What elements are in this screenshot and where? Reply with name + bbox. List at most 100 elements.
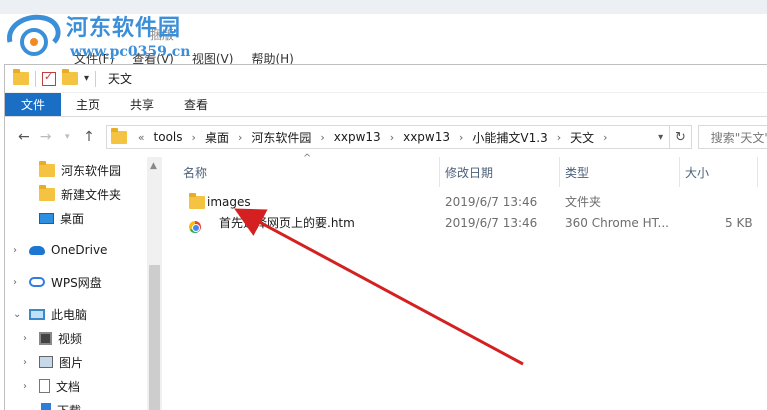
folder-icon [189,193,205,209]
nav-item-pictures[interactable]: 图片 [39,351,83,373]
wps-cloud-icon [29,277,45,287]
chevron-right-icon[interactable]: › [187,131,201,144]
quick-access-toolbar: ▾ 天文 [5,65,767,93]
nav-item-new-folder[interactable]: 新建文件夹 [39,183,121,205]
recent-locations-icon[interactable]: ▾ [56,132,78,142]
breadcrumb-current[interactable]: 天文 [566,129,598,146]
tab-file[interactable]: 文件 [5,93,62,116]
column-header-type[interactable]: 类型 [565,157,675,187]
nav-item-label: 图片 [59,355,84,370]
nav-item-wps[interactable]: WPS网盘 [29,271,102,293]
tab-home[interactable]: 主页 [61,93,115,116]
breadcrumb-desktop[interactable]: 桌面 [201,129,233,146]
watermark-url: www.pc0359.cn [70,44,191,60]
video-icon [39,331,52,345]
back-arrow-icon[interactable]: ← [13,129,35,145]
expand-chevron-icon[interactable]: › [23,381,27,392]
file-row-htm[interactable]: 首先选择网页上的要.htm 2019/6/7 13:46 360 Chrome … [169,212,767,233]
column-header-label: 修改日期 [445,165,494,180]
expand-chevron-icon[interactable]: › [13,245,17,256]
breadcrumb-xxpw13-b[interactable]: xxpw13 [399,130,454,144]
nav-item-label: 桌面 [60,211,85,226]
pictures-icon [39,356,53,368]
nav-item-label: 下载 [57,402,81,410]
nav-item-videos[interactable]: 视频 [39,327,82,349]
toolbar-divider [95,70,97,87]
window-title: 天文 [108,72,133,86]
search-input[interactable]: 搜索"天文" [697,125,767,149]
column-header-size[interactable]: 大小 [685,157,755,187]
folder-icon[interactable] [13,69,29,85]
address-dropdown-icon[interactable]: ▾ [651,131,669,143]
nav-item-label: 此电脑 [51,307,88,322]
column-header-label: 名称 [183,165,208,180]
address-bar[interactable]: « tools › 桌面 › 河东软件园 › xxpw13 › xxpw13 ›… [105,125,671,149]
expand-chevron-icon[interactable]: › [23,357,27,368]
watermark-title: 河东软件园 [66,15,182,41]
forward-arrow-icon[interactable]: → [35,129,57,145]
file-row-images[interactable]: images 2019/6/7 13:46 文件夹 [169,191,767,212]
chevron-right-icon[interactable]: › [552,131,566,144]
column-header-name[interactable]: 名称 [183,157,433,187]
file-explorer-window: ▾ 天文 文件 主页 共享 查看 ← → ▾ ↑ « tools › 桌面 › … [4,64,767,410]
chevron-right-icon[interactable]: › [598,131,612,144]
folder-icon [39,160,55,177]
computer-icon [29,308,45,320]
folder-icon [39,184,55,201]
file-type: 文件夹 [565,195,602,209]
file-modified: 2019/6/7 13:46 [445,215,538,230]
nav-item-label: OneDrive [51,243,108,257]
tab-share[interactable]: 共享 [115,93,169,116]
file-modified: 2019/6/7 13:46 [445,194,538,209]
nav-item-hedong[interactable]: 河东软件园 [39,159,121,181]
customize-toolbar-icon[interactable]: ▾ [84,73,89,84]
nav-item-downloads[interactable]: 下载 [41,399,81,410]
ribbon-tabs: 文件 主页 共享 查看 [5,93,767,117]
onedrive-icon [29,245,45,255]
nav-item-desktop[interactable]: 桌面 [39,207,84,229]
breadcrumb-xxpw13-a[interactable]: xxpw13 [330,130,385,144]
properties-icon[interactable] [42,70,56,86]
documents-icon [39,379,50,393]
up-arrow-icon[interactable]: ↑ [78,129,100,145]
expand-chevron-icon[interactable]: › [23,333,27,344]
column-divider[interactable] [757,157,758,187]
collapse-chevron-icon[interactable]: ⌄ [13,309,21,320]
new-folder-icon[interactable] [62,69,78,85]
file-size: 5 KB [725,215,753,230]
breadcrumb-tools[interactable]: tools [150,130,187,144]
watermark-logo-icon [7,14,61,56]
nav-item-label: 新建文件夹 [61,187,122,202]
nav-item-documents[interactable]: 文档 [39,375,80,397]
navigation-bar: ← → ▾ ↑ « tools › 桌面 › 河东软件园 › xxpw13 › … [5,117,767,157]
scroll-up-icon[interactable]: ▲ [150,161,157,171]
nav-item-label: 视频 [58,331,83,346]
file-name: 首先选择网页上的要.htm [219,216,355,230]
scrollbar-thumb[interactable] [149,265,160,410]
overflow-chevron-icon[interactable]: « [133,131,150,144]
refresh-icon[interactable]: ↻ [670,125,692,149]
file-type: 360 Chrome HT... [565,215,669,230]
chevron-right-icon[interactable]: › [233,131,247,144]
navigation-pane: 河东软件园 新建文件夹 桌面 › OneDrive › WPS网盘 ⌄ 此电脑 … [5,157,161,410]
nav-item-label: 文档 [56,379,81,394]
navigation-pane-scrollbar[interactable]: ▲ [147,157,162,410]
nav-item-label: 河东软件园 [61,163,122,178]
chevron-right-icon[interactable]: › [385,131,399,144]
column-divider[interactable] [559,157,560,187]
nav-item-this-pc[interactable]: 此电脑 [29,303,87,325]
desktop-icon [39,212,54,224]
column-divider[interactable] [679,157,680,187]
chrome-html-icon [189,220,201,233]
breadcrumb-hedong[interactable]: 河东软件园 [247,129,315,146]
tab-view[interactable]: 查看 [169,93,223,116]
breadcrumb-app[interactable]: 小能捕文V1.3 [468,129,551,146]
column-divider[interactable] [439,157,440,187]
column-header-label: 类型 [565,165,590,180]
column-header-modified[interactable]: 修改日期 [445,157,555,187]
toolbar-divider [35,70,36,87]
chevron-right-icon[interactable]: › [454,131,468,144]
expand-chevron-icon[interactable]: › [13,277,17,288]
chevron-right-icon[interactable]: › [315,131,329,144]
nav-item-onedrive[interactable]: OneDrive [29,239,107,261]
